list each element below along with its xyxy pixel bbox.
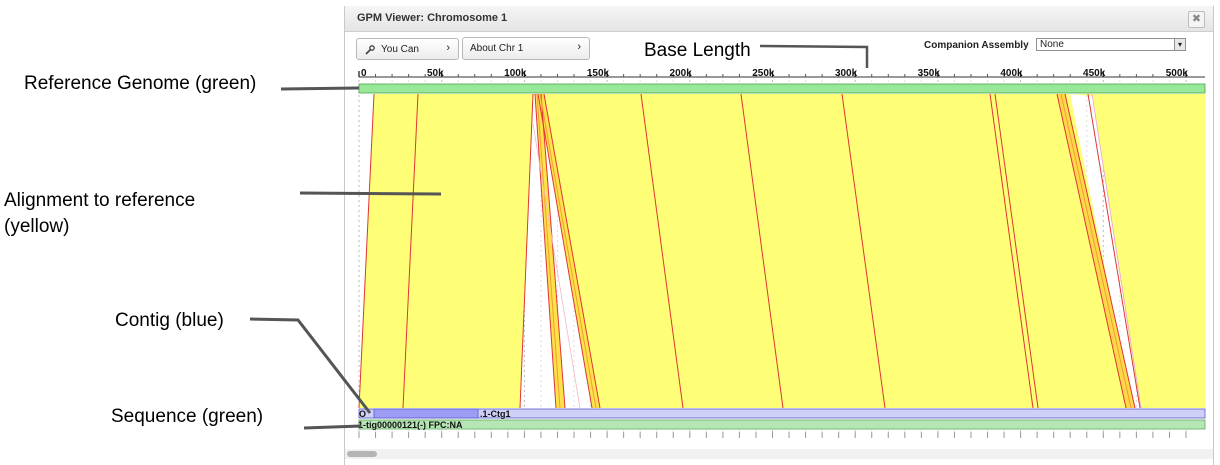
close-icon: ✖ [1191, 13, 1202, 25]
annotation-alignment-line2: (yellow) [4, 216, 70, 237]
annotation-sequence: Sequence (green) [111, 406, 264, 427]
chevron-down-icon: ▾ [1174, 39, 1185, 50]
annotation-contig: Contig (blue) [115, 310, 224, 331]
horizontal-scrollbar[interactable] [345, 449, 1213, 459]
annotation-reference-genome: Reference Genome (green) [24, 73, 257, 94]
about-chr-label: About Chr 1 [470, 43, 524, 54]
chevron-right-icon: › [446, 42, 450, 54]
window-title: GPM Viewer: Chromosome 1 [357, 12, 508, 24]
companion-assembly-value: None [1040, 39, 1064, 50]
you-can-label: You Can [381, 44, 419, 55]
annotation-alignment-line1: Alignment to reference [4, 190, 196, 211]
scrollbar-thumb[interactable] [347, 451, 377, 457]
window-titlebar: GPM Viewer: Chromosome 1 ✖ [345, 6, 1213, 32]
close-button[interactable]: ✖ [1188, 11, 1205, 28]
gpm-viewer-window: GPM Viewer: Chromosome 1 ✖ You Can › Abo… [344, 6, 1214, 465]
you-can-button[interactable]: You Can › [356, 38, 459, 60]
wrench-icon [365, 45, 375, 55]
companion-assembly-select[interactable]: None ▾ [1036, 38, 1186, 51]
chevron-right-icon: › [577, 41, 581, 53]
companion-assembly-label: Companion Assembly [924, 40, 1029, 51]
about-chr-button[interactable]: About Chr 1 › [462, 37, 590, 60]
